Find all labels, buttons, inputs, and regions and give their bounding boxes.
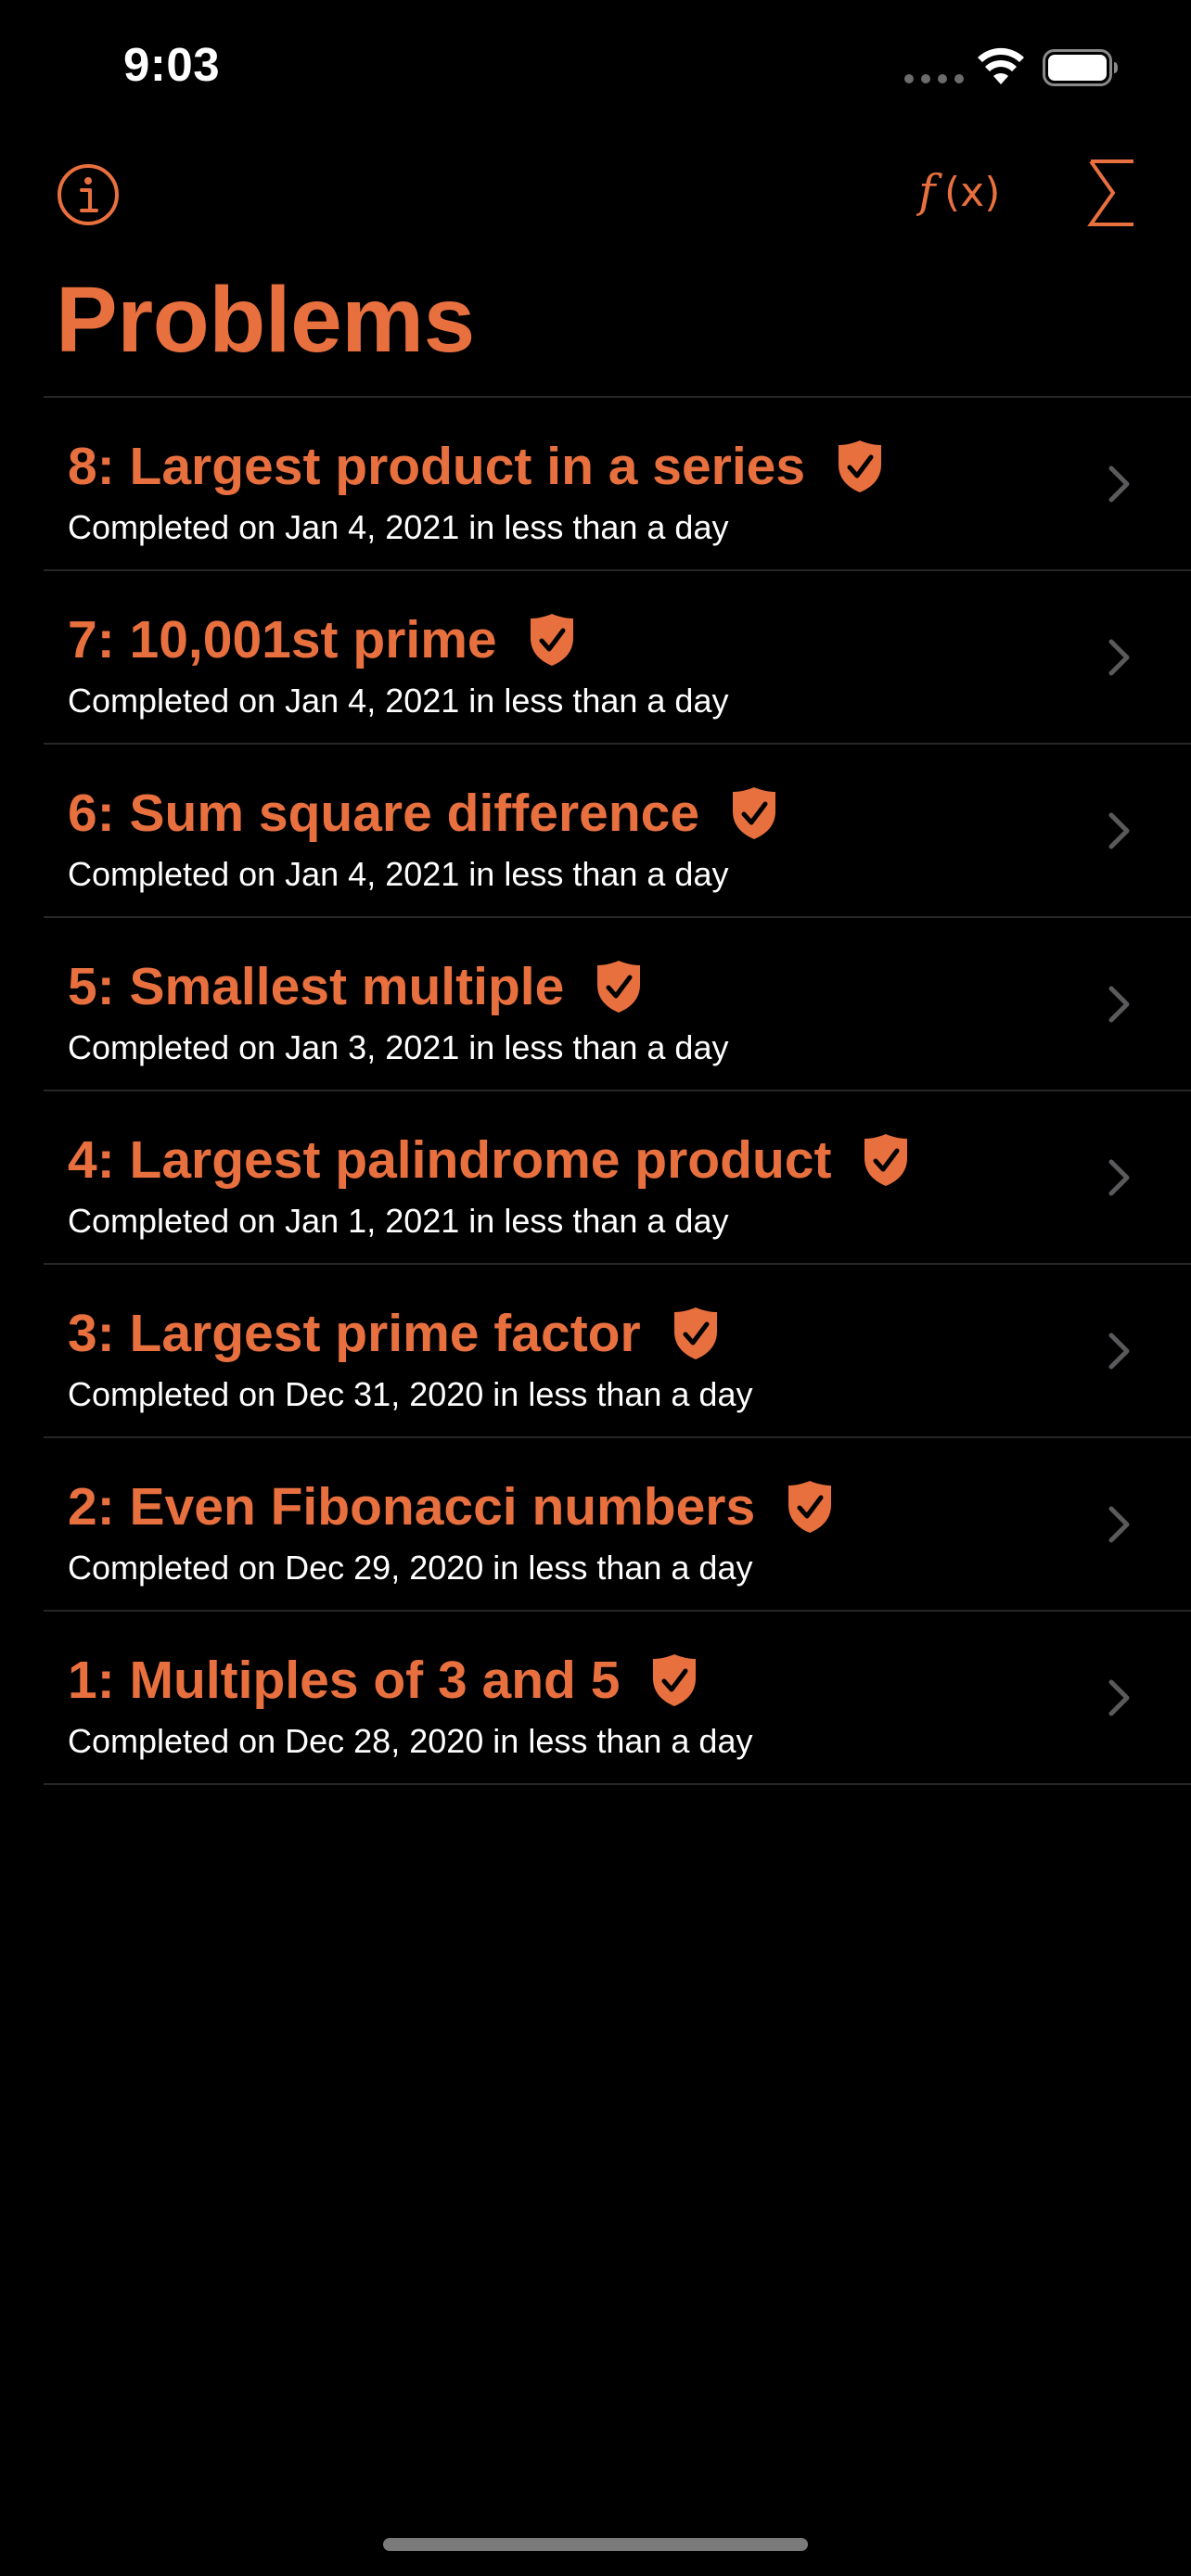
problem-row[interactable]: 8: Largest product in a series Completed… xyxy=(44,398,1191,571)
problem-title: 3: Largest prime factor xyxy=(68,1304,641,1363)
problem-row[interactable]: 3: Largest prime factor Completed on Dec… xyxy=(44,1265,1191,1438)
problem-row[interactable]: 1: Multiples of 3 and 5 Completed on Dec… xyxy=(44,1612,1191,1785)
chevron-right-icon xyxy=(1108,1679,1130,1716)
chevron-right-icon xyxy=(1108,812,1130,849)
chevron-right-icon xyxy=(1108,1333,1130,1370)
problem-title: 2: Even Fibonacci numbers xyxy=(68,1477,756,1537)
problem-title-line: 6: Sum square difference xyxy=(68,777,777,849)
chevron-right-icon xyxy=(1108,465,1130,503)
chevron-right-icon xyxy=(1108,1159,1130,1196)
problem-title-line: 2: Even Fibonacci numbers xyxy=(68,1471,833,1543)
problem-title-line: 1: Multiples of 3 and 5 xyxy=(68,1644,698,1716)
checkmark-shield-icon xyxy=(864,1134,908,1186)
battery-icon xyxy=(1043,49,1118,86)
status-bar: 9:03 xyxy=(0,0,1191,139)
problem-row[interactable]: 5: Smallest multiple Completed on Jan 3,… xyxy=(44,918,1191,1091)
chevron-right-icon xyxy=(1108,1506,1130,1543)
wifi-icon xyxy=(978,47,1024,84)
problem-title: 4: Largest palindrome product xyxy=(68,1130,832,1190)
problem-completion-date: Completed on Dec 28, 2020 in less than a… xyxy=(68,1722,753,1760)
problem-title-line: 4: Largest palindrome product xyxy=(68,1124,909,1196)
problem-completion-date: Completed on Jan 4, 2021 in less than a … xyxy=(68,682,729,720)
checkmark-shield-icon xyxy=(673,1307,717,1359)
problem-completion-date: Completed on Jan 1, 2021 in less than a … xyxy=(68,1202,729,1240)
problem-title-line: 3: Largest prime factor xyxy=(68,1297,719,1370)
problem-row[interactable]: 2: Even Fibonacci numbers Completed on D… xyxy=(44,1438,1191,1612)
problem-row[interactable]: 6: Sum square difference Completed on Ja… xyxy=(44,745,1191,918)
problem-title: 1: Multiples of 3 and 5 xyxy=(68,1651,621,1710)
problem-title: 8: Largest product in a series xyxy=(68,437,806,496)
problem-completion-date: Completed on Dec 31, 2020 in less than a… xyxy=(68,1375,753,1413)
problem-completion-date: Completed on Jan 3, 2021 in less than a … xyxy=(68,1028,729,1066)
cellular-signal-icon xyxy=(904,74,964,83)
problem-completion-date: Completed on Dec 29, 2020 in less than a… xyxy=(68,1549,753,1587)
problem-list: 8: Largest product in a series Completed… xyxy=(44,396,1191,1785)
function-icon[interactable]: ƒ (x) xyxy=(916,159,1000,224)
problem-row[interactable]: 4: Largest palindrome product Completed … xyxy=(44,1091,1191,1265)
chevron-right-icon xyxy=(1108,639,1130,676)
problem-row[interactable]: 7: 10,001st prime Completed on Jan 4, 20… xyxy=(44,571,1191,745)
problem-completion-date: Completed on Jan 4, 2021 in less than a … xyxy=(68,855,729,893)
checkmark-shield-icon xyxy=(839,440,882,492)
problem-title-line: 5: Smallest multiple xyxy=(68,950,642,1023)
problem-title: 5: Smallest multiple xyxy=(68,957,565,1016)
checkmark-shield-icon xyxy=(653,1654,697,1706)
status-time: 9:03 xyxy=(123,38,221,91)
problem-title-line: 8: Largest product in a series xyxy=(68,430,883,503)
info-circle-icon[interactable] xyxy=(56,162,121,227)
problem-title: 6: Sum square difference xyxy=(68,784,700,843)
svg-text:(x): (x) xyxy=(944,169,1000,216)
problem-completion-date: Completed on Jan 4, 2021 in less than a … xyxy=(68,508,729,546)
page-title: Problems xyxy=(56,268,475,372)
chevron-right-icon xyxy=(1108,986,1130,1023)
checkmark-shield-icon xyxy=(733,787,776,839)
checkmark-shield-icon xyxy=(597,961,641,1013)
home-indicator[interactable] xyxy=(383,2538,808,2551)
sigma-icon[interactable] xyxy=(1087,158,1137,228)
problem-title-line: 7: 10,001st prime xyxy=(68,604,575,676)
svg-text:ƒ: ƒ xyxy=(916,165,942,219)
checkmark-shield-icon xyxy=(788,1481,832,1533)
problem-title: 7: 10,001st prime xyxy=(68,610,497,670)
checkmark-shield-icon xyxy=(530,614,573,666)
